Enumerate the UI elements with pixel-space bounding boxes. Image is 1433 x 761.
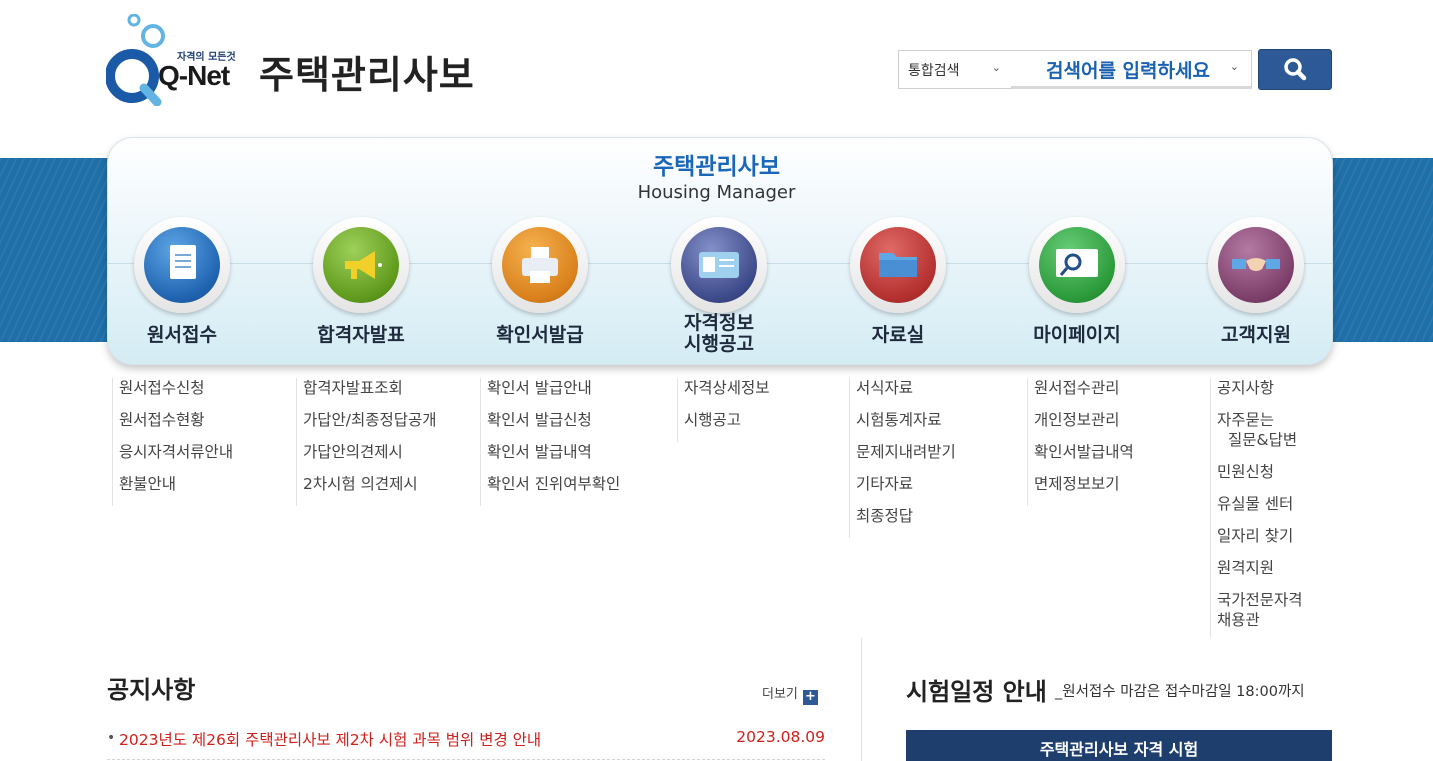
more-label: 더보기 (762, 687, 798, 702)
submenu-link[interactable]: 확인서 발급내역 (487, 442, 672, 462)
category-certificate[interactable] (492, 217, 588, 313)
search-scope-select[interactable]: 통합검색 ⌄ (898, 50, 1011, 89)
category-label-qualification[interactable]: 자격정보 시행공고 (629, 313, 809, 355)
submenu-link[interactable]: 원격지원 (1217, 558, 1340, 578)
submenu-link[interactable]: 확인서 진위여부확인 (487, 474, 672, 494)
submenu-link[interactable]: 합격자발표조회 (303, 378, 478, 398)
schedule-tab[interactable]: 주택관리사보 자격 시험 (906, 730, 1332, 761)
submenu-link[interactable]: 확인서 발급안내 (487, 378, 672, 398)
category-application[interactable] (134, 217, 230, 313)
submenu-link[interactable]: 가답안의견제시 (303, 442, 478, 462)
submenu-link[interactable]: 원서접수현황 (119, 410, 292, 430)
notice-text[interactable]: 2023년도 제26회 주택관리사보 제2차 시험 과목 범위 변경 안내 (119, 728, 541, 750)
bullet-icon: • (107, 730, 116, 746)
megaphone-icon (323, 227, 399, 303)
submenu-support: 공지사항 자주묻는 질문&답변 민원신청 유실물 센터 일자리 찾기 원격지원 … (1210, 378, 1340, 638)
category-label[interactable]: 원서접수 (92, 320, 272, 347)
folder-icon (860, 227, 936, 303)
handshake-icon (1218, 227, 1294, 303)
submenu-link[interactable]: 문제지내려받기 (856, 442, 1025, 462)
submenu-link[interactable]: 2차시험 의견제시 (303, 474, 478, 494)
search-placeholder: 검색어를 입력하세요 (1046, 60, 1210, 82)
category-label[interactable]: 합격자발표 (271, 320, 451, 347)
category-label-line2: 시행공고 (684, 333, 754, 355)
printer-icon (502, 227, 578, 303)
category-label[interactable]: 고객지원 (1166, 320, 1346, 347)
submenu-link[interactable]: 시행공고 (684, 410, 845, 430)
submenu-link[interactable]: 원서접수신청 (119, 378, 292, 398)
category-mypage[interactable] (1029, 217, 1125, 313)
submenu-link[interactable]: 최종정답 (856, 506, 1025, 526)
chevron-down-icon: ⌄ (1229, 60, 1239, 73)
logo-brand: Q-Net (158, 60, 230, 91)
submenu-certificate: 확인서 발급안내 확인서 발급신청 확인서 발급내역 확인서 진위여부확인 (480, 378, 672, 506)
category-label[interactable]: 마이페이지 (987, 320, 1167, 347)
plus-icon: + (802, 690, 818, 705)
category-label[interactable]: 자료실 (808, 320, 988, 347)
submenu-link[interactable]: 면제정보보기 (1034, 474, 1207, 494)
category-qualification-info[interactable] (671, 217, 767, 313)
notice-date: 2023.08.09 (736, 728, 825, 746)
submenu-qualification-info: 자격상세정보 시행공고 (677, 378, 845, 442)
content-divider (861, 638, 862, 761)
submenu-mypage: 원서접수관리 개인정보관리 확인서발급내역 면제정보보기 (1027, 378, 1207, 506)
submenu-link[interactable]: 자격상세정보 (684, 378, 845, 398)
submenu-link[interactable]: 일자리 찾기 (1217, 526, 1340, 546)
notice-row[interactable]: • 2023년도 제26회 주택관리사보 제2차 시험 과목 범위 변경 안내 … (107, 726, 825, 760)
notice-section-title: 공지사항 (107, 676, 196, 704)
application-form-icon (144, 227, 220, 303)
submenu-link-line: 국가전문자격 (1217, 591, 1303, 609)
submenu-link[interactable]: 공지사항 (1217, 378, 1340, 398)
submenu-link[interactable]: 원서접수관리 (1034, 378, 1207, 398)
schedule-note: _원서접수 마감은 접수마감일 18:00까지 (1055, 684, 1305, 700)
submenu-link[interactable]: 유실물 센터 (1217, 494, 1340, 514)
submenu-link[interactable]: 서식자료 (856, 378, 1025, 398)
id-card-icon (681, 227, 757, 303)
submenu-link-recruit[interactable]: 국가전문자격 채용관 (1217, 590, 1340, 630)
submenu-results: 합격자발표조회 가답안/최종정답공개 가답안의견제시 2차시험 의견제시 (296, 378, 478, 506)
category-label[interactable]: 확인서발급 (450, 320, 630, 347)
submenu-link[interactable]: 시험통계자료 (856, 410, 1025, 430)
submenu-link-faq[interactable]: 자주묻는 질문&답변 (1217, 410, 1340, 450)
submenu-link[interactable]: 기타자료 (856, 474, 1025, 494)
hero-title: 주택관리사보 (653, 154, 780, 180)
chevron-down-icon: ⌄ (991, 61, 1001, 74)
qnet-logo[interactable]: 자격의 모든것 Q-Net (105, 13, 242, 107)
submenu-link[interactable]: 확인서 발급신청 (487, 410, 672, 430)
submenu-link-line: 자주묻는 (1217, 411, 1275, 429)
submenu-link-line: 질문&답변 (1228, 431, 1298, 449)
category-results[interactable] (313, 217, 409, 313)
hero-subtitle: Housing Manager (637, 182, 796, 203)
search-input[interactable]: 검색어를 입력하세요 ⌄ (1011, 50, 1252, 89)
monitor-search-icon (1039, 227, 1115, 303)
search-scope-value: 통합검색 (908, 63, 960, 79)
submenu-link[interactable]: 개인정보관리 (1034, 410, 1207, 430)
submenu-application: 원서접수신청 원서접수현황 응시자격서류안내 환불안내 (112, 378, 292, 506)
submenu-link[interactable]: 응시자격서류안내 (119, 442, 292, 462)
category-library[interactable] (850, 217, 946, 313)
submenu-link[interactable]: 확인서발급내역 (1034, 442, 1207, 462)
schedule-section-title: 시험일정 안내 (906, 678, 1047, 706)
submenu-link[interactable]: 가답안/최종정답공개 (303, 410, 478, 430)
category-label-line1: 자격정보 (684, 312, 754, 334)
submenu-link-line: 채용관 (1217, 611, 1260, 629)
submenu-library: 서식자료 시험통계자료 문제지내려받기 기타자료 최종정답 (849, 378, 1025, 538)
submenu-link[interactable]: 민원신청 (1217, 462, 1340, 482)
submenu-link[interactable]: 환불안내 (119, 474, 292, 494)
site-title: 주택관리사보 (259, 53, 475, 97)
notice-more-link[interactable]: 더보기 + (762, 683, 818, 705)
search-button[interactable] (1258, 49, 1332, 90)
category-support[interactable] (1208, 217, 1304, 313)
search-icon (1284, 58, 1307, 81)
